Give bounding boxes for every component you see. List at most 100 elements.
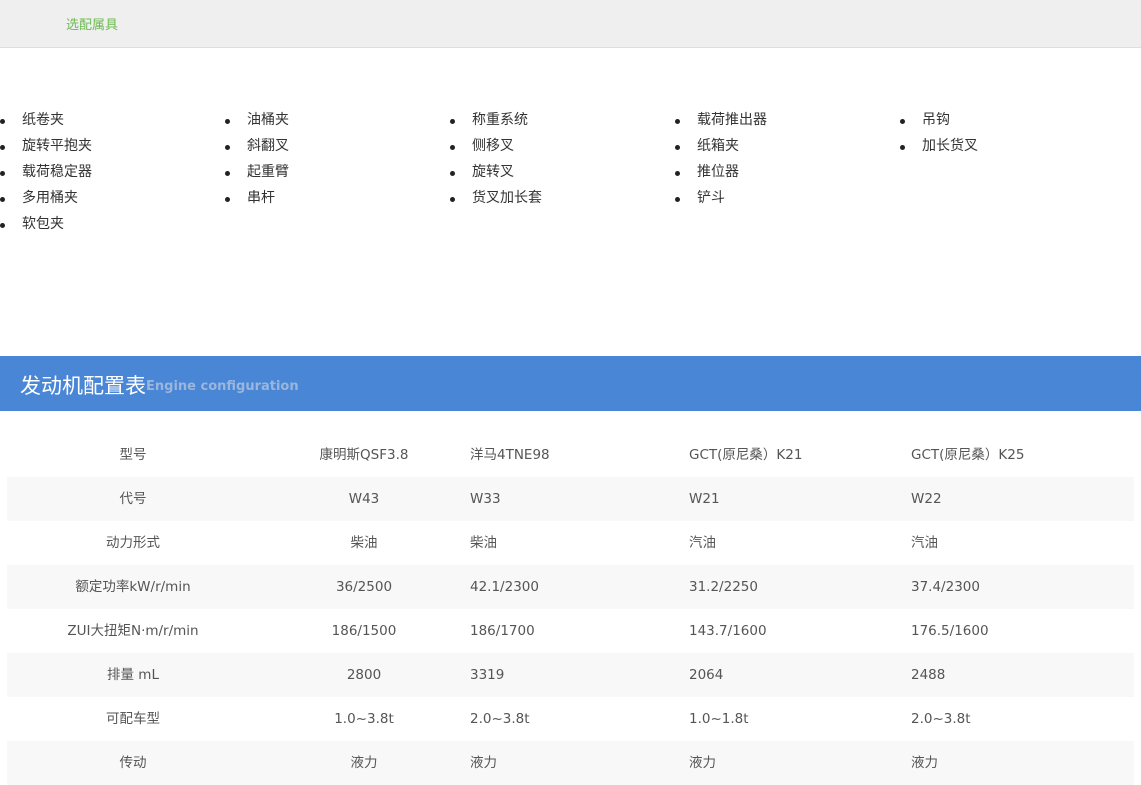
row-label: 代号 — [119, 491, 147, 507]
row-label: 排量 mL — [107, 667, 159, 683]
bullet-icon — [225, 145, 230, 150]
table-cell: 42.1/2300 — [470, 579, 539, 595]
table-row: 可配车型 1.0~3.8t 2.0~3.8t 1.0~1.8t 2.0~3.8t — [7, 697, 1134, 741]
accessory-list: 纸卷夹 旋转平抱夹 载荷稳定器 多用桶夹 软包夹 油桶夹 斜翻叉 起重臂 串杆 … — [0, 48, 1141, 356]
accessory-item[interactable]: 货叉加长套 — [450, 187, 542, 213]
accessory-label: 铲斗 — [697, 190, 725, 206]
bullet-icon — [225, 197, 230, 202]
table-cell: 2488 — [911, 667, 946, 683]
accessory-label: 侧移叉 — [472, 138, 514, 154]
accessory-label: 软包夹 — [22, 216, 64, 232]
table-cell: 柴油 — [470, 535, 497, 551]
accessory-label: 纸箱夹 — [697, 138, 739, 154]
accessory-label: 载荷推出器 — [697, 112, 767, 128]
accessory-item[interactable]: 纸箱夹 — [675, 135, 767, 161]
bullet-icon — [450, 145, 455, 150]
bullet-icon — [225, 119, 230, 124]
accessory-item[interactable]: 吊钩 — [900, 109, 978, 135]
bullet-icon — [0, 145, 5, 150]
accessory-label: 称重系统 — [472, 112, 528, 128]
accessory-item[interactable]: 侧移叉 — [450, 135, 542, 161]
accessory-label: 旋转叉 — [472, 164, 514, 180]
accessory-label: 纸卷夹 — [22, 112, 64, 128]
table-cell: 液力 — [350, 755, 378, 771]
accessory-item[interactable]: 推位器 — [675, 161, 767, 187]
accessory-column: 称重系统 侧移叉 旋转叉 货叉加长套 — [450, 109, 542, 213]
table-cell: 31.2/2250 — [689, 579, 758, 595]
bullet-icon — [450, 171, 455, 176]
table-cell: 汽油 — [689, 535, 716, 551]
bullet-icon — [225, 171, 230, 176]
accessory-label: 旋转平抱夹 — [22, 138, 92, 154]
accessory-label: 载荷稳定器 — [22, 164, 92, 180]
accessory-label: 吊钩 — [922, 112, 950, 128]
table-cell: 176.5/1600 — [911, 623, 989, 639]
table-cell: 康明斯QSF3.8 — [319, 447, 409, 463]
table-row: 型号 康明斯QSF3.8 洋马4TNE98 GCT(原尼桑）K21 GCT(原尼… — [7, 433, 1134, 477]
table-cell: 2064 — [689, 667, 724, 683]
accessory-column: 吊钩 加长货叉 — [900, 109, 978, 161]
accessory-item[interactable]: 油桶夹 — [225, 109, 289, 135]
table-row: 排量 mL 2800 3319 2064 2488 — [7, 653, 1134, 697]
table-cell: 汽油 — [911, 535, 938, 551]
row-label: 额定功率kW/r/min — [75, 579, 191, 595]
table-cell: 液力 — [911, 755, 938, 771]
bullet-icon — [450, 197, 455, 202]
accessory-item[interactable]: 称重系统 — [450, 109, 542, 135]
table-cell: 186/1700 — [470, 623, 535, 639]
accessory-label: 串杆 — [247, 190, 275, 206]
table-cell: 2.0~3.8t — [911, 711, 971, 727]
table-cell: 2.0~3.8t — [470, 711, 530, 727]
section-subtitle: Engine configuration — [146, 379, 299, 394]
accessory-column: 载荷推出器 纸箱夹 推位器 铲斗 — [675, 109, 767, 213]
accessory-label: 起重臂 — [247, 164, 289, 180]
accessory-item[interactable]: 斜翻叉 — [225, 135, 289, 161]
section-title: 发动机配置表 — [20, 374, 146, 398]
table-cell: 液力 — [470, 755, 497, 771]
accessory-label: 油桶夹 — [247, 112, 289, 128]
table-row: 动力形式 柴油 柴油 汽油 汽油 — [7, 521, 1134, 565]
table-cell: 柴油 — [350, 535, 378, 551]
bullet-icon — [450, 119, 455, 124]
table-cell: 36/2500 — [335, 579, 393, 595]
bullet-icon — [675, 145, 680, 150]
bullet-icon — [0, 119, 5, 124]
bullet-icon — [675, 171, 680, 176]
accessory-label: 推位器 — [697, 164, 739, 180]
row-label: 型号 — [119, 447, 147, 463]
table-cell: W43 — [348, 491, 380, 507]
bullet-icon — [0, 171, 5, 176]
accessory-item[interactable]: 载荷稳定器 — [0, 161, 92, 187]
accessory-label: 货叉加长套 — [472, 190, 542, 206]
accessory-column: 纸卷夹 旋转平抱夹 载荷稳定器 多用桶夹 软包夹 — [0, 109, 92, 239]
accessory-label: 多用桶夹 — [22, 190, 78, 206]
row-label: 可配车型 — [106, 711, 160, 727]
bullet-icon — [675, 197, 680, 202]
table-cell: 洋马4TNE98 — [470, 447, 550, 463]
table-row: 代号 W43 W33 W21 W22 — [7, 477, 1134, 521]
accessory-item[interactable]: 旋转平抱夹 — [0, 135, 92, 161]
accessory-item[interactable]: 软包夹 — [0, 213, 92, 239]
table-cell: 2800 — [346, 667, 382, 683]
table-row: 传动 液力 液力 液力 液力 — [7, 741, 1134, 785]
tab-accessories[interactable]: 选配属具 — [66, 14, 118, 33]
accessory-item[interactable]: 载荷推出器 — [675, 109, 767, 135]
table-cell: GCT(原尼桑）K21 — [689, 447, 803, 463]
table-cell: 1.0~3.8t — [334, 711, 394, 727]
table-cell: W33 — [470, 491, 501, 507]
accessory-item[interactable]: 多用桶夹 — [0, 187, 92, 213]
top-tab-bar: 选配属具 — [0, 0, 1141, 48]
row-label: 动力形式 — [106, 535, 160, 551]
engine-spec-table: 型号 康明斯QSF3.8 洋马4TNE98 GCT(原尼桑）K21 GCT(原尼… — [7, 433, 1134, 785]
accessory-item[interactable]: 起重臂 — [225, 161, 289, 187]
table-cell: 186/1500 — [331, 623, 397, 639]
table-row: ZUI大扭矩N·m/r/min 186/1500 186/1700 143.7/… — [7, 609, 1134, 653]
table-cell: W22 — [911, 491, 942, 507]
accessory-item[interactable]: 铲斗 — [675, 187, 767, 213]
accessory-item[interactable]: 串杆 — [225, 187, 289, 213]
accessory-item[interactable]: 加长货叉 — [900, 135, 978, 161]
bullet-icon — [0, 223, 5, 228]
table-cell: 3319 — [470, 667, 505, 683]
accessory-item[interactable]: 纸卷夹 — [0, 109, 92, 135]
accessory-item[interactable]: 旋转叉 — [450, 161, 542, 187]
